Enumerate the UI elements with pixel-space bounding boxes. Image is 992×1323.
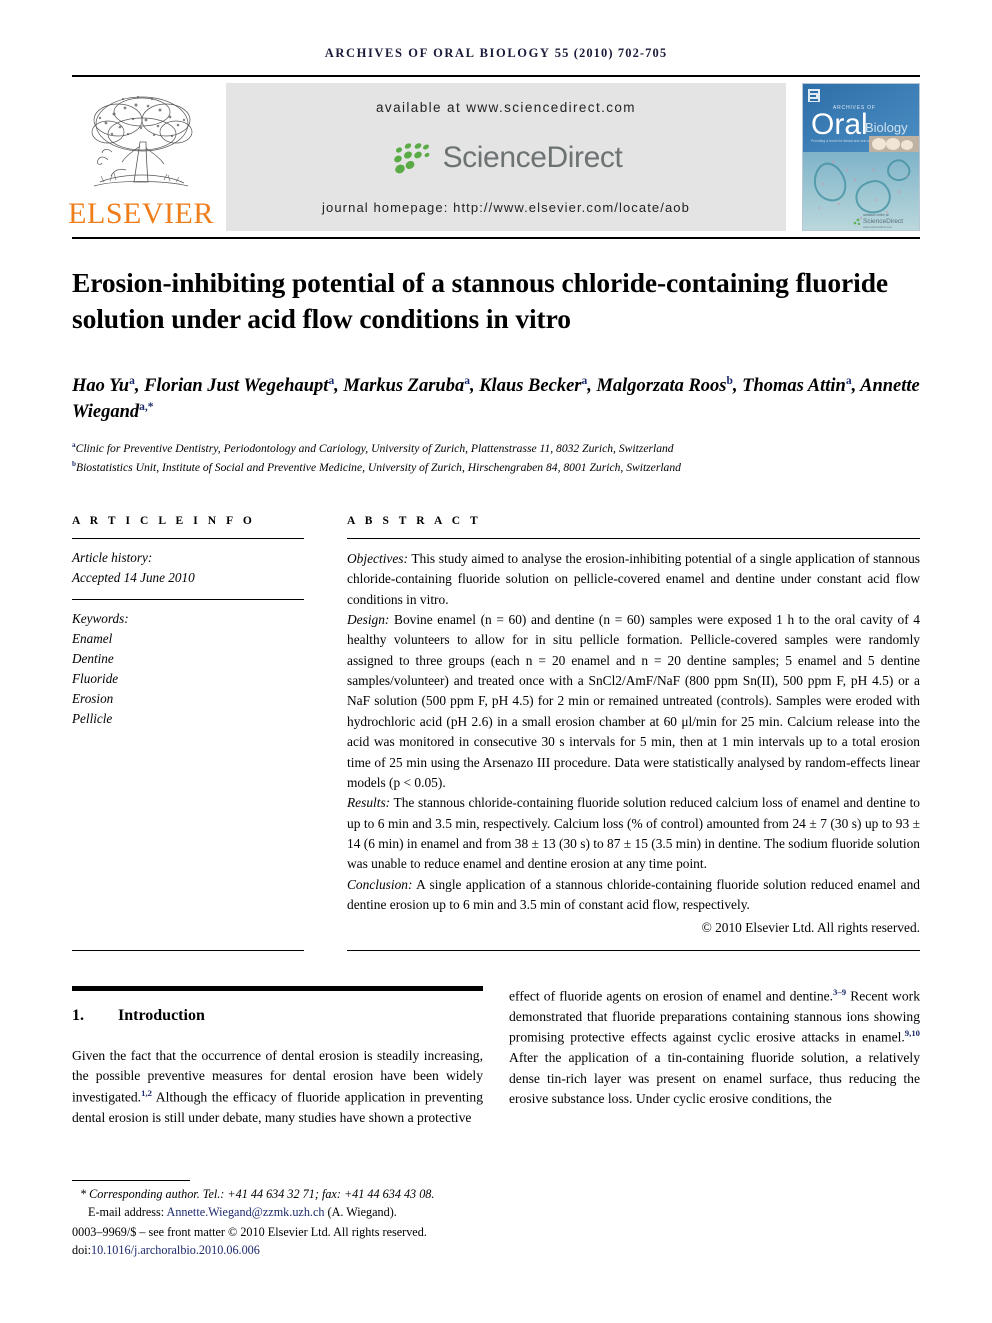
svg-text:www.sciencedirect.com: www.sciencedirect.com xyxy=(863,225,893,229)
page-title: Erosion-inhibiting potential of a stanno… xyxy=(72,267,888,335)
abstract-copyright: © 2010 Elsevier Ltd. All rights reserved… xyxy=(701,919,920,935)
masthead: ELSEVIER available at www.sciencedirect.… xyxy=(68,83,920,231)
email-link[interactable]: Annette.Wiegand@zzmk.uzh.ch xyxy=(167,1205,325,1219)
keyword-item: Dentine xyxy=(72,651,114,667)
sciencedirect-logo[interactable]: ScienceDirect xyxy=(390,139,623,177)
email-owner: (A. Wiegand). xyxy=(327,1205,397,1220)
running-head: ARCHIVES OF ORAL BIOLOGY 55 (2010) 702-7… xyxy=(72,0,920,61)
abstract-design-text: Bovine enamel (n = 60) and dentine (n = … xyxy=(347,611,920,790)
introduction-paragraph-left: Given the fact that the occurrence of de… xyxy=(72,1047,483,1125)
abstract-conclusion: Conclusion: A single application of a st… xyxy=(347,875,920,916)
section-number: 1. xyxy=(72,1006,84,1024)
article-info-bottom-rule xyxy=(72,949,304,951)
keyword-item: Pellicle xyxy=(72,711,113,727)
abstract-bottom-rules xyxy=(72,949,920,951)
affiliation-b: bBiostatistics Unit, Institute of Social… xyxy=(72,459,920,477)
section-thick-rule xyxy=(72,985,483,991)
abstract-objectives-label: Objectives: xyxy=(347,550,408,566)
doi-line: doi:10.1016/j.archoralbio.2010.06.006 xyxy=(72,1241,492,1259)
journal-cover-thumbnail[interactable]: ARCHIVES OF Oral Biology Providing a for… xyxy=(802,83,920,231)
abstract-results-text: The stannous chloride-containing fluorid… xyxy=(347,795,920,872)
running-head-journal: ARCHIVES OF ORAL BIOLOGY xyxy=(324,46,551,60)
abstract-objectives: Objectives: This study aimed to analyse … xyxy=(347,549,920,610)
body-column-left: 1. Introduction Given the fact that the … xyxy=(72,985,483,1128)
affiliation-text-b: Biostatistics Unit, Institute of Social … xyxy=(76,460,681,474)
body-columns: 1. Introduction Given the fact that the … xyxy=(72,985,920,1128)
footnote-block: * Corresponding author. Tel.: +41 44 634… xyxy=(72,1180,492,1259)
abstract-heading: A B S T R A C T xyxy=(347,514,482,527)
keyword-item: Erosion xyxy=(72,691,114,707)
issn-line: 0003–9969/$ – see front matter © 2010 El… xyxy=(72,1225,427,1240)
keyword-item: Enamel xyxy=(72,631,113,646)
svg-text:Biology: Biology xyxy=(865,120,908,135)
elsevier-logo: ELSEVIER xyxy=(68,83,213,231)
corresponding-author-marker: * xyxy=(80,1187,87,1201)
elsevier-tree-icon xyxy=(78,90,204,198)
article-history-block: Article history: Accepted 14 June 2010 xyxy=(72,539,304,599)
doi-link[interactable]: 10.1016/j.archoralbio.2010.06.006 xyxy=(91,1243,260,1257)
doi-label: doi: xyxy=(72,1243,91,1258)
abstract-column: A B S T R A C T Objectives: This study a… xyxy=(347,515,920,938)
abstract-design: Design: Bovine enamel (n = 60) and denti… xyxy=(347,610,920,793)
abstract-objectives-text: This study aimed to analyse the erosion-… xyxy=(347,550,920,607)
journal-homepage-link[interactable]: journal homepage: http://www.elsevier.co… xyxy=(322,200,690,215)
available-at-label: available at www.sciencedirect.com xyxy=(376,100,636,115)
abstract-conclusion-label: Conclusion: xyxy=(347,876,413,892)
introduction-paragraph-right: effect of fluoride agents on erosion of … xyxy=(509,986,920,1106)
section-heading-introduction: 1. Introduction xyxy=(72,1004,483,1028)
keywords-block: Keywords: Enamel Dentine Fluoride Erosio… xyxy=(72,600,304,729)
email-note: E-mail address: Annette.Wiegand@zzmk.uzh… xyxy=(72,1203,492,1221)
footnote-rule xyxy=(72,1180,190,1181)
article-info-column: A R T I C L E I N F O Article history: A… xyxy=(72,515,304,938)
masthead-bottom-rule xyxy=(72,237,920,239)
sciencedirect-wordmark: ScienceDirect xyxy=(442,141,623,174)
info-abstract-region: A R T I C L E I N F O Article history: A… xyxy=(72,515,920,938)
corresponding-author-text: Corresponding author. Tel.: +41 44 634 3… xyxy=(89,1187,435,1201)
article-page: ARCHIVES OF ORAL BIOLOGY 55 (2010) 702-7… xyxy=(0,0,992,1323)
abstract-results-label: Results: xyxy=(347,795,391,811)
keywords-label: Keywords: xyxy=(72,610,129,626)
abstract-results: Results: The stannous chloride-containin… xyxy=(347,793,920,875)
sciencedirect-leaf-icon xyxy=(390,139,436,177)
affiliation-text-a: Clinic for Preventive Dentistry, Periodo… xyxy=(75,441,674,455)
abstract-body: Objectives: This study aimed to analyse … xyxy=(347,539,920,938)
sciencedirect-banner: available at www.sciencedirect.com Scien… xyxy=(226,83,786,231)
body-column-right: effect of fluoride agents on erosion of … xyxy=(509,986,920,1128)
email-label: E-mail address: xyxy=(88,1205,165,1220)
elsevier-wordmark: ELSEVIER xyxy=(68,197,214,230)
abstract-conclusion-text: A single application of a stannous chlor… xyxy=(347,876,920,913)
abstract-design-label: Design: xyxy=(347,611,390,627)
svg-text:available online at: available online at xyxy=(863,213,889,217)
svg-text:ScienceDirect: ScienceDirect xyxy=(863,218,903,225)
article-info-heading: A R T I C L E I N F O xyxy=(72,514,256,527)
header-rule xyxy=(72,75,920,77)
svg-text:Oral: Oral xyxy=(811,108,868,141)
author-list: Hao Yua, Florian Just Wegehaupta, Markus… xyxy=(72,375,920,423)
abstract-bottom-rule xyxy=(347,949,920,951)
section-title: Introduction xyxy=(118,1006,205,1024)
affiliation-a: aClinic for Preventive Dentistry, Period… xyxy=(72,440,920,458)
article-history-value: Accepted 14 June 2010 xyxy=(72,569,195,585)
running-head-citation: 55 (2010) 702-705 xyxy=(554,46,668,60)
keyword-item: Fluoride xyxy=(72,671,119,687)
article-history-label: Article history: xyxy=(72,549,153,565)
corresponding-author-note: * Corresponding author. Tel.: +41 44 634… xyxy=(72,1185,492,1203)
